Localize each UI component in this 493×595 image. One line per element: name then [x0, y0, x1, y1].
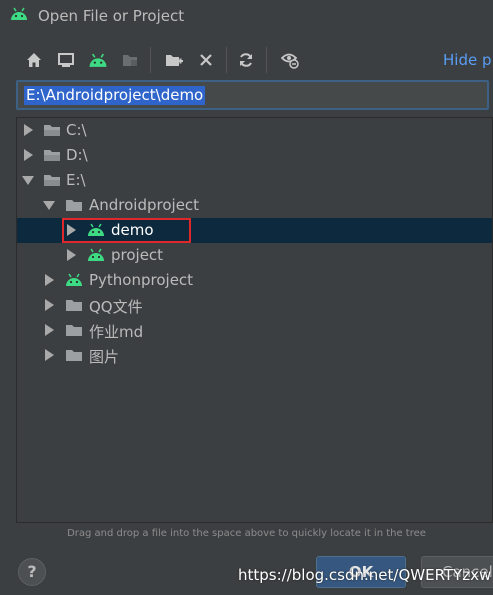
path-input[interactable]: E:\Androidproject\demo [16, 80, 489, 110]
tree-item-label: QQ文件 [89, 298, 143, 316]
tree-item-qq-files[interactable]: QQ文件 [17, 293, 492, 318]
folder-icon [65, 347, 83, 363]
toolbar-separator [150, 47, 151, 73]
tree-item-label: Androidproject [89, 196, 200, 214]
expand-arrow-icon[interactable] [45, 324, 54, 336]
refresh-icon[interactable] [234, 48, 258, 72]
module-icon[interactable] [118, 48, 142, 72]
desktop-icon[interactable] [54, 48, 78, 72]
tree-item-label: 作业md [89, 323, 144, 341]
tree-item-project[interactable]: project [17, 243, 492, 268]
watermark-text: https://blog.csdn.net/QWERTYzxw [238, 566, 492, 584]
path-input-value: E:\Androidproject\demo [24, 86, 206, 105]
help-button[interactable]: ? [18, 558, 46, 586]
tree-item-homework-md[interactable]: 作业md [17, 318, 492, 343]
drag-drop-hint: Drag and drop a file into the space abov… [67, 528, 426, 539]
hide-path-link[interactable]: Hide p [443, 51, 492, 69]
tree-item-androidproject[interactable]: Androidproject [17, 193, 492, 218]
new-folder-icon[interactable] [162, 48, 186, 72]
toolbar-separator [226, 47, 227, 73]
toolbar: Hide p [0, 44, 493, 76]
expand-arrow-icon[interactable] [24, 149, 33, 161]
expand-arrow-icon[interactable] [24, 124, 33, 136]
title-bar: Open File or Project [0, 0, 493, 32]
folder-icon [65, 297, 83, 313]
android-studio-icon [10, 6, 28, 22]
delete-icon[interactable] [194, 48, 218, 72]
drive-icon [43, 122, 61, 138]
collapse-arrow-icon[interactable] [43, 201, 55, 210]
tree-item-label: 图片 [89, 348, 120, 366]
expand-arrow-icon[interactable] [67, 249, 76, 261]
tree-item-d-drive[interactable]: D:\ [17, 143, 492, 168]
expand-arrow-icon[interactable] [45, 299, 54, 311]
collapse-arrow-icon[interactable] [22, 176, 34, 185]
tree-item-label: project [111, 246, 164, 264]
drive-icon [43, 172, 61, 188]
tree-item-label: E:\ [66, 171, 86, 189]
toolbar-separator [266, 47, 267, 73]
folder-icon [65, 322, 83, 338]
tree-item-e-drive[interactable]: E:\ [17, 168, 492, 193]
tree-item-label: C:\ [66, 121, 87, 139]
file-tree[interactable]: C:\ D:\ E:\ Androidproject demo project … [16, 117, 493, 523]
window-title: Open File or Project [38, 7, 185, 25]
highlight-annotation-box [62, 218, 191, 243]
tree-item-pictures[interactable]: 图片 [17, 343, 492, 368]
home-icon[interactable] [22, 48, 46, 72]
expand-arrow-icon[interactable] [45, 274, 54, 286]
tree-item-pythonproject[interactable]: Pythonproject [17, 268, 492, 293]
android-icon [65, 272, 83, 288]
tree-item-label: Pythonproject [89, 271, 194, 289]
tree-item-label: D:\ [66, 146, 88, 164]
folder-icon [65, 197, 83, 213]
drive-icon [43, 147, 61, 163]
android-icon [87, 247, 105, 263]
android-project-icon[interactable] [86, 48, 110, 72]
show-hidden-icon[interactable] [278, 48, 302, 72]
tree-item-c-drive[interactable]: C:\ [17, 118, 492, 143]
expand-arrow-icon[interactable] [45, 349, 54, 361]
